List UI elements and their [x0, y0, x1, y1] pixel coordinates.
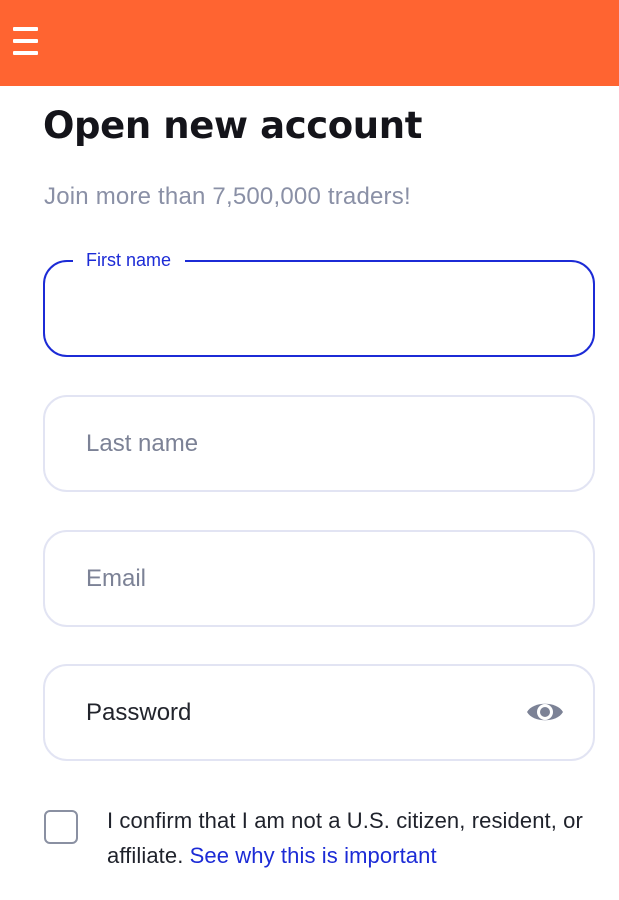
top-bar	[0, 0, 619, 86]
last-name-field[interactable]	[43, 395, 595, 492]
email-field[interactable]	[43, 530, 595, 627]
page-subtitle: Join more than 7,500,000 traders!	[44, 183, 411, 210]
page-title: Open new account	[43, 104, 422, 147]
last-name-input[interactable]	[45, 397, 593, 490]
first-name-input[interactable]	[45, 262, 593, 355]
email-input[interactable]	[45, 532, 593, 625]
password-input[interactable]	[45, 666, 593, 759]
confirm-text-block: I confirm that I am not a U.S. citizen, …	[107, 803, 597, 873]
hamburger-menu-icon[interactable]	[13, 27, 38, 55]
first-name-field[interactable]: First name	[43, 248, 595, 357]
eye-icon[interactable]	[525, 697, 565, 727]
password-field[interactable]	[43, 664, 595, 761]
confirm-checkbox[interactable]	[44, 810, 78, 844]
see-why-link[interactable]: See why this is important	[190, 843, 437, 868]
